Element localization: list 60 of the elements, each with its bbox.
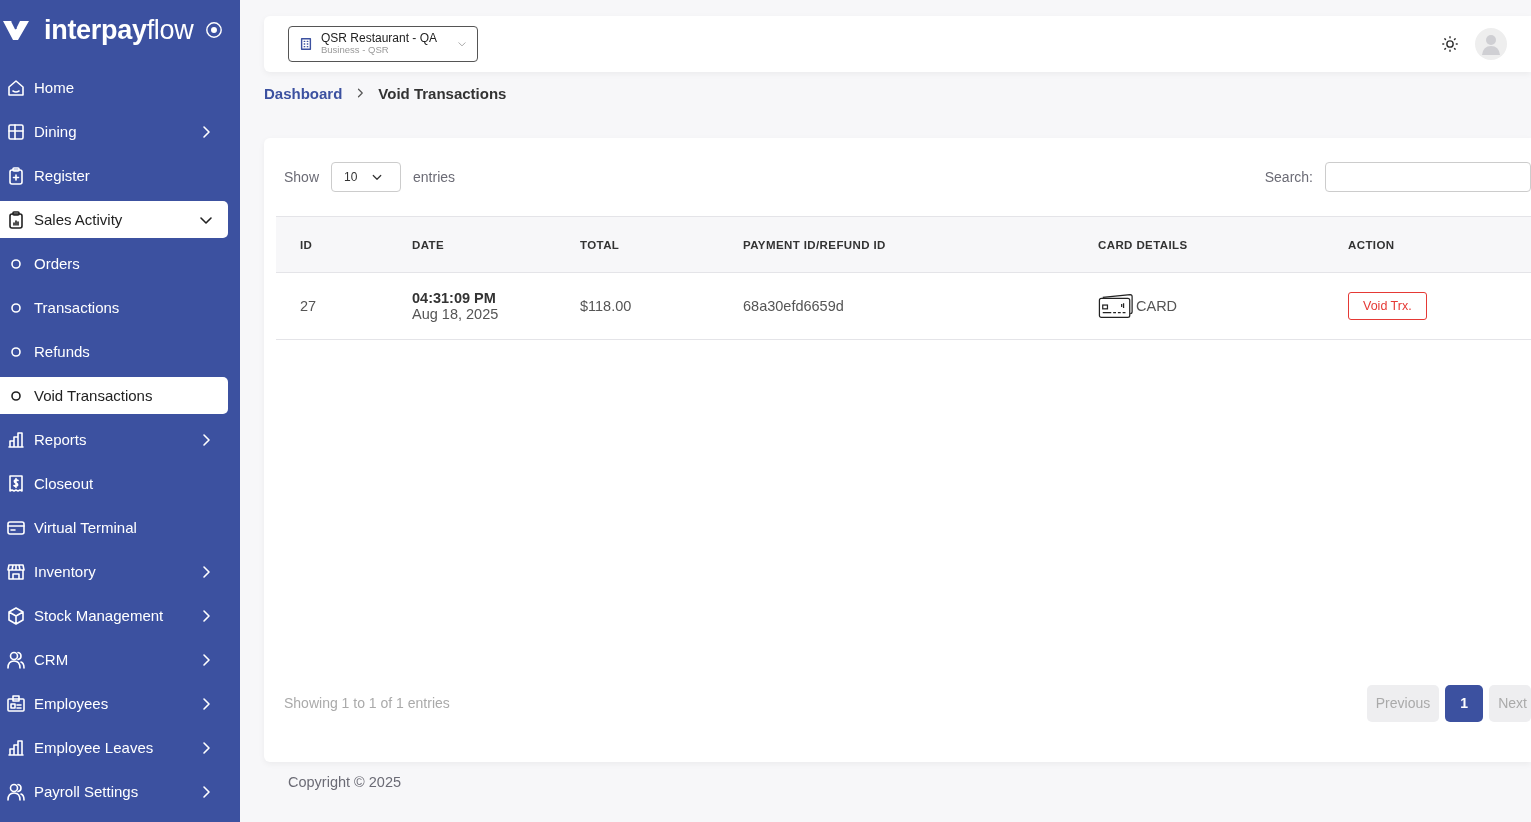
- box-icon: [6, 605, 26, 626]
- search-label: Search:: [1264, 169, 1313, 185]
- date-text: Aug 18, 2025: [412, 306, 499, 322]
- sidebar-item[interactable]: Sales Activity: [0, 201, 228, 238]
- search-field[interactable]: [1325, 162, 1531, 192]
- id-badge-icon: [6, 693, 26, 714]
- column-header[interactable]: TOTAL: [580, 238, 620, 251]
- copyright: Copyright © 2025: [287, 773, 403, 790]
- bar-chart-icon: [6, 429, 26, 450]
- sidebar-item[interactable]: Reports: [0, 421, 228, 458]
- home-icon: [6, 77, 26, 98]
- clipboard-plus-icon: [6, 165, 26, 186]
- sidebar-subitem[interactable]: Refunds: [0, 333, 228, 370]
- sidebar-item[interactable]: Employee Leaves: [0, 729, 228, 766]
- sidebar-item[interactable]: Payroll Settings: [0, 773, 228, 810]
- grid-icon: [6, 121, 26, 142]
- entries-info: Showing 1 to 1 of 1 entries: [284, 695, 450, 711]
- sidebar-subitem[interactable]: Orders: [0, 245, 228, 282]
- column-header[interactable]: ID: [300, 238, 313, 251]
- bar-chart-icon: [6, 737, 26, 758]
- users-icon: [6, 781, 26, 802]
- chevron-down-icon: [457, 39, 467, 49]
- users-icon: [6, 649, 26, 670]
- entries-label: entries: [413, 169, 456, 185]
- clipboard-chart-icon: [6, 209, 26, 230]
- sidebar-item[interactable]: Home: [0, 69, 228, 106]
- table-cell: $118.00: [580, 298, 632, 314]
- sidebar-item[interactable]: CRM: [0, 641, 228, 678]
- receipt-dollar-icon: [6, 473, 26, 494]
- sidebar-item[interactable]: Virtual Terminal: [0, 509, 228, 546]
- show-label: Show: [284, 169, 320, 185]
- sidebar-subitem[interactable]: Transactions: [0, 289, 228, 326]
- column-header[interactable]: ACTION: [1348, 238, 1395, 251]
- brand-name: interpayflow: [44, 14, 194, 46]
- sidebar-item[interactable]: Closeout: [0, 465, 228, 502]
- time-text: 04:31:09 PM: [412, 290, 496, 306]
- void-button[interactable]: Void Trx.: [1348, 292, 1427, 320]
- page-button[interactable]: 1: [1445, 684, 1484, 722]
- sidebar-item[interactable]: Dining: [0, 113, 228, 150]
- credit-cards-icon: [1098, 292, 1134, 320]
- table-cell: 68a30efd6659d: [743, 298, 844, 314]
- store-icon: [6, 561, 26, 582]
- sun-icon: [1441, 35, 1459, 53]
- sidebar-subitem[interactable]: Void Transactions: [0, 377, 228, 414]
- sidebar-item[interactable]: Inventory: [0, 553, 228, 590]
- building-icon: [299, 37, 313, 51]
- breadcrumb-link[interactable]: Dashboard: [264, 84, 343, 102]
- breadcrumb-current: Void Transactions: [378, 84, 507, 102]
- target-icon: [205, 21, 224, 39]
- column-header[interactable]: PAYMENT ID/REFUND ID: [743, 238, 886, 251]
- sidebar-item[interactable]: Register: [0, 157, 228, 194]
- card-text: CARD: [1136, 298, 1178, 314]
- avatar[interactable]: [1475, 28, 1507, 60]
- sidebar-item[interactable]: Employees: [0, 685, 228, 722]
- business-selector[interactable]: QSR Restaurant - QA Business - QSR: [288, 26, 478, 62]
- column-header[interactable]: CARD DETAILS: [1098, 238, 1188, 251]
- page-size-select[interactable]: 10: [331, 162, 402, 192]
- sidebar-item[interactable]: Stock Management: [0, 597, 228, 634]
- column-header[interactable]: DATE: [412, 238, 445, 251]
- table-cell: 27: [300, 298, 317, 314]
